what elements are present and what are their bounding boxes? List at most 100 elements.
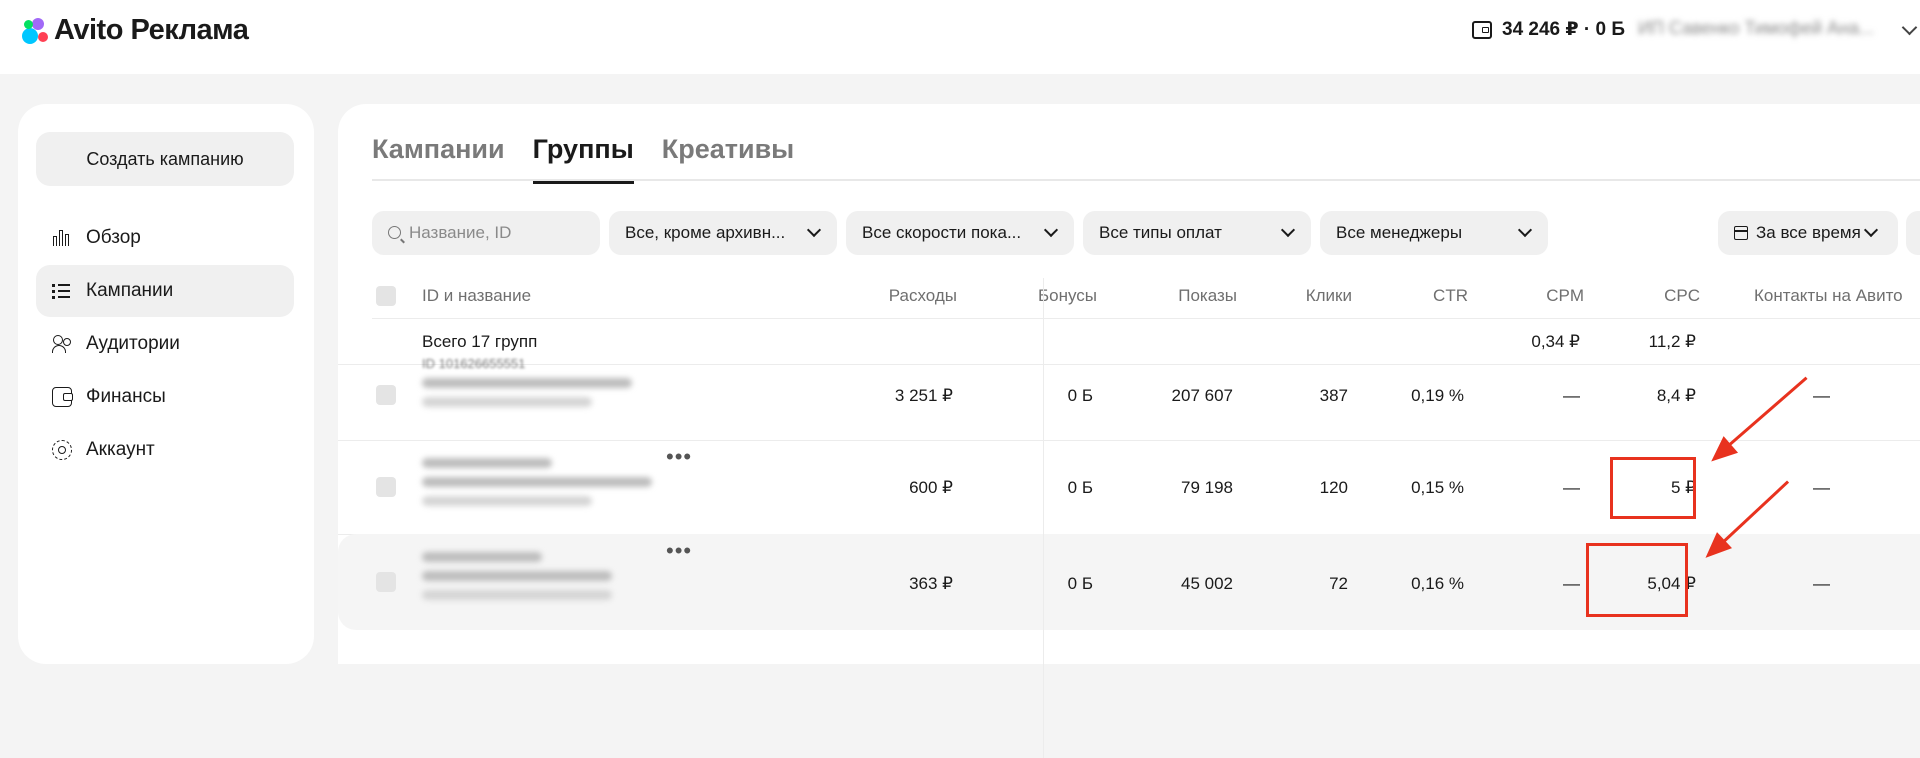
select-all-checkbox[interactable] xyxy=(376,286,396,306)
sidebar-item-label: Аккаунт xyxy=(86,439,155,460)
column-header-contacts[interactable]: Контакты на Авито xyxy=(1754,286,1903,306)
cpc-highlight-box xyxy=(1586,543,1688,617)
row-contacts: — xyxy=(1813,478,1830,497)
search-icon xyxy=(388,225,401,239)
row-views: 207 607 xyxy=(1171,386,1233,405)
group-name-redacted xyxy=(422,378,642,416)
sidebar-item-label: Аудитории xyxy=(86,333,180,354)
chevron-down-icon[interactable] xyxy=(1901,19,1918,36)
more-icon[interactable]: ••• xyxy=(666,538,692,564)
row-clicks: 120 xyxy=(1319,478,1348,497)
chevron-down-icon xyxy=(806,222,822,238)
column-header-clicks[interactable]: Клики xyxy=(1306,286,1352,306)
gear-icon xyxy=(52,440,72,460)
status-filter-value: Все, кроме архивн... xyxy=(625,223,786,242)
total-label: Всего 17 групп xyxy=(422,332,538,351)
column-header-cpc[interactable]: CPC xyxy=(1664,286,1700,306)
row-checkbox[interactable] xyxy=(376,385,396,405)
table-header: ID и название Расходы Бонусы Показы Клик… xyxy=(372,274,1920,319)
row-contacts: — xyxy=(1813,574,1830,593)
row-ctr: 0,19 % xyxy=(1411,386,1464,405)
balance-value: 34 246 ₽ · 0 Б xyxy=(1502,19,1625,40)
wallet-icon xyxy=(52,387,73,407)
search-placeholder: Название, ID xyxy=(409,223,512,242)
sidebar: Создать кампанию Обзор Кампании Аудитори… xyxy=(18,104,314,664)
row-clicks: 72 xyxy=(1329,574,1348,593)
wallet-icon xyxy=(1472,20,1492,39)
column-header-spend[interactable]: Расходы xyxy=(889,286,957,306)
row-cpm: — xyxy=(1563,574,1580,593)
avito-logo-icon xyxy=(20,16,50,46)
search-input[interactable]: Название, ID xyxy=(372,211,600,255)
row-clicks: 387 xyxy=(1319,386,1348,405)
status-filter-dropdown[interactable]: Все, кроме архивн... xyxy=(609,211,837,255)
managers-filter-dropdown[interactable]: Все менеджеры xyxy=(1320,211,1548,255)
chart-bars-icon xyxy=(52,228,72,248)
avito-logo[interactable]: Avito Реклама xyxy=(20,14,249,47)
row-cpc: 8,4 ₽ xyxy=(1656,386,1696,405)
chevron-down-icon xyxy=(1043,222,1059,238)
more-icon[interactable]: ••• xyxy=(666,444,692,470)
sidebar-item-audiences[interactable]: Аудитории xyxy=(36,318,294,370)
tab-groups[interactable]: Группы xyxy=(532,134,634,184)
speed-filter-value: Все скорости пока... xyxy=(862,223,1022,242)
cpc-highlight-box xyxy=(1610,457,1696,519)
row-bonus: 0 Б xyxy=(1067,574,1093,593)
row-bonus: 0 Б xyxy=(1067,386,1093,405)
user-name[interactable]: ИП Савенко Тимофей Ана... xyxy=(1638,18,1874,39)
group-name-redacted xyxy=(422,458,662,515)
column-header-views[interactable]: Показы xyxy=(1178,286,1237,306)
row-cpm: — xyxy=(1563,478,1580,497)
chevron-down-icon xyxy=(1863,222,1879,238)
tab-campaigns[interactable]: Кампании xyxy=(372,134,505,184)
column-header-cpm[interactable]: CPM xyxy=(1546,286,1584,306)
sidebar-item-label: Кампании xyxy=(86,280,174,301)
row-contacts: — xyxy=(1813,386,1830,405)
chevron-down-icon xyxy=(1517,222,1533,238)
group-id: ID 101626655551 xyxy=(422,356,526,371)
column-header-ctr[interactable]: CTR xyxy=(1433,286,1468,306)
managers-filter-value: Все менеджеры xyxy=(1336,223,1463,242)
calendar-icon xyxy=(1734,226,1748,240)
row-views: 45 002 xyxy=(1181,574,1233,593)
main-panel: Кампании Группы Креативы Название, ID Вс… xyxy=(338,104,1920,758)
period-filter-dropdown[interactable]: За все время xyxy=(1718,211,1898,255)
more-filters-button[interactable] xyxy=(1906,211,1920,255)
row-views: 79 198 xyxy=(1181,478,1233,497)
sidebar-item-finance[interactable]: Финансы xyxy=(36,371,294,423)
payment-filter-value: Все типы оплат xyxy=(1099,223,1222,242)
tab-creatives[interactable]: Креативы xyxy=(662,134,794,184)
tab-bar: Кампании Группы Креативы xyxy=(372,134,822,184)
speed-filter-dropdown[interactable]: Все скорости пока... xyxy=(846,211,1074,255)
sidebar-item-campaigns[interactable]: Кампании xyxy=(36,265,294,317)
payment-filter-dropdown[interactable]: Все типы оплат xyxy=(1083,211,1311,255)
list-icon xyxy=(52,281,72,301)
row-checkbox[interactable] xyxy=(376,477,396,497)
row-ctr: 0,16 % xyxy=(1411,574,1464,593)
sidebar-item-label: Финансы xyxy=(86,386,166,407)
row-spend: 3 251 ₽ xyxy=(894,386,953,405)
balance[interactable]: 34 246 ₽ · 0 Б xyxy=(1472,18,1625,41)
sidebar-item-account[interactable]: Аккаунт xyxy=(36,424,294,476)
top-bar: Avito Реклама 34 246 ₽ · 0 Б ИП Савенко … xyxy=(0,0,1920,74)
period-filter-value: За все время xyxy=(1756,223,1861,242)
total-cpc: 11,2 ₽ xyxy=(1648,332,1696,351)
sidebar-item-label: Обзор xyxy=(86,227,141,248)
row-ctr: 0,15 % xyxy=(1411,478,1464,497)
row-cpm: — xyxy=(1563,386,1580,405)
group-name-redacted xyxy=(422,552,642,609)
column-header-name[interactable]: ID и название xyxy=(422,286,531,306)
row-bonus: 0 Б xyxy=(1067,478,1093,497)
row-checkbox[interactable] xyxy=(376,572,396,592)
tabs-divider xyxy=(372,179,1920,181)
column-header-bonus[interactable]: Бонусы xyxy=(1038,286,1097,306)
sidebar-item-overview[interactable]: Обзор xyxy=(36,212,294,264)
users-icon xyxy=(52,334,72,354)
column-divider xyxy=(1043,278,1044,758)
row-spend: 600 ₽ xyxy=(909,478,953,497)
logo-text: Avito Реклама xyxy=(54,14,249,46)
row-spend: 363 ₽ xyxy=(909,574,953,593)
create-campaign-button[interactable]: Создать кампанию xyxy=(36,132,294,186)
table-row[interactable]: ID 101626655551 3 251 ₽ 0 Б 207 607 387 … xyxy=(338,356,1920,441)
table-total-row: Всего 17 групп 0,34 ₽ 11,2 ₽ xyxy=(338,318,1920,365)
